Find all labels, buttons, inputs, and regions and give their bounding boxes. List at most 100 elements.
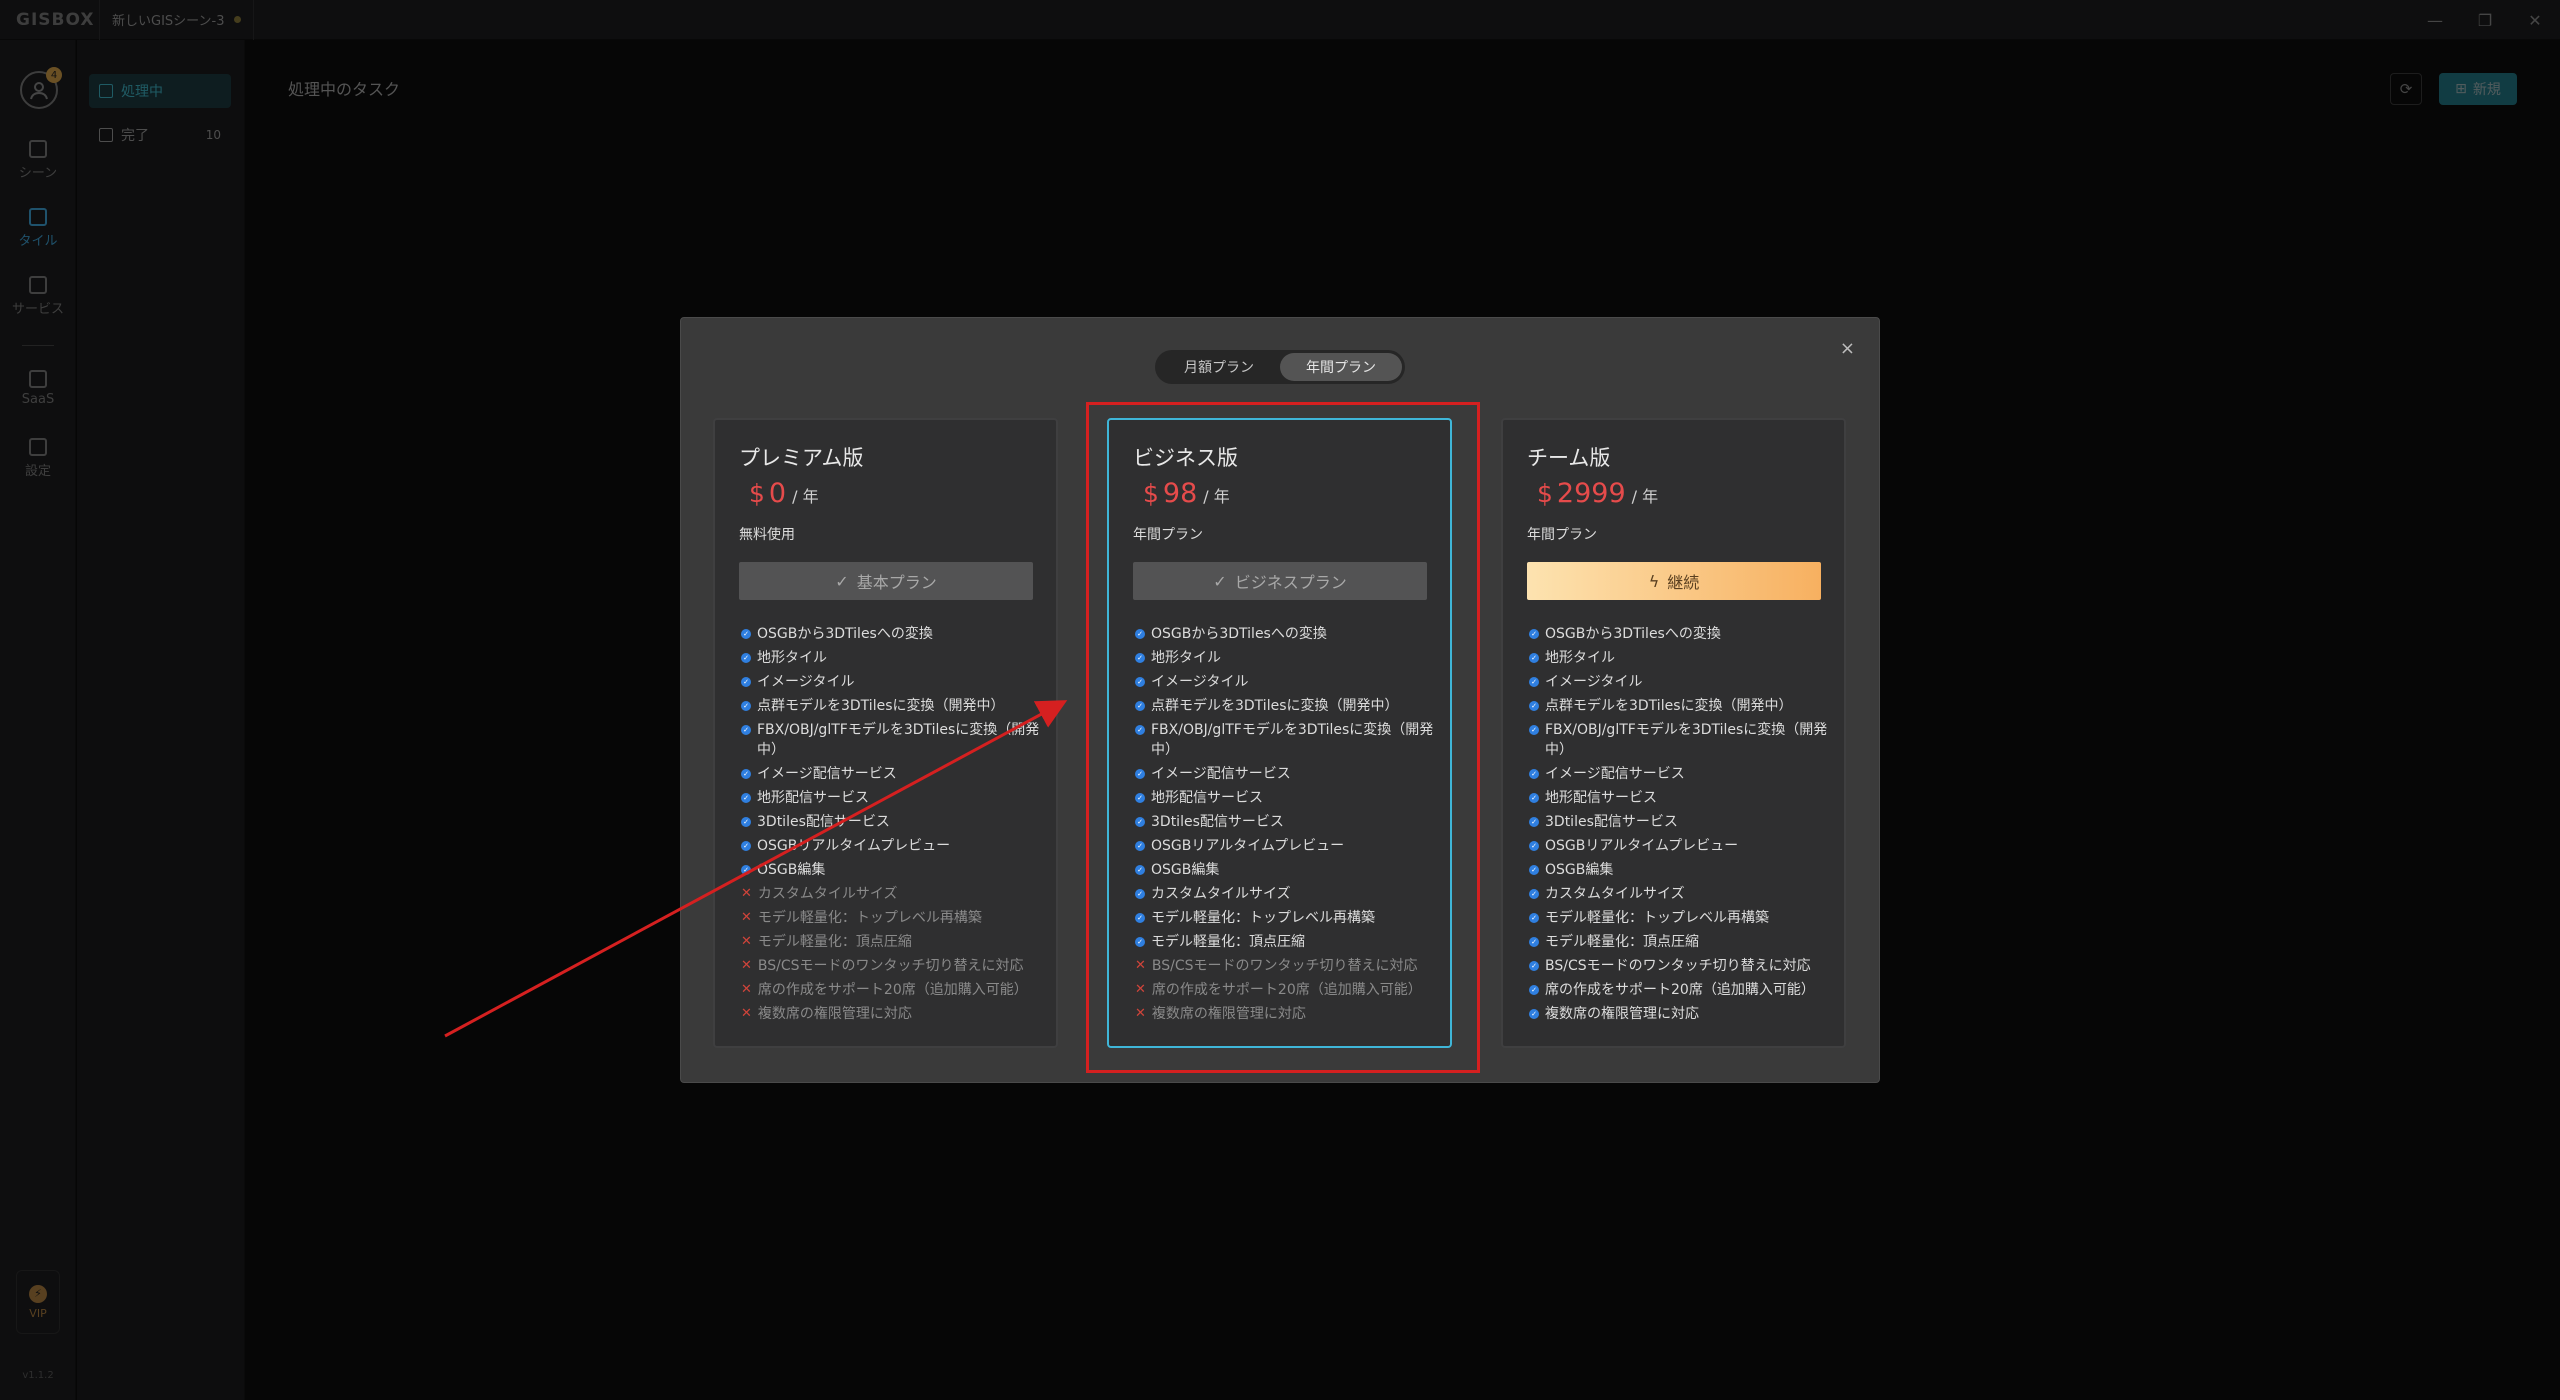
feature-text: 複数席の権限管理に対応 (1545, 1006, 1699, 1022)
feature-text: OSGB編集 (757, 862, 826, 878)
feature-text: BS/CSモードのワンタッチ切り替えに対応 (757, 958, 1024, 974)
feature-text: モデル軽量化：頂点圧縮 (757, 934, 912, 950)
feature-item: ✕ 席の作成をサポート20席（追加購入可能） (741, 980, 1041, 1000)
feature-item: ✓ OSGBリアルタイムプレビュー (741, 836, 1041, 856)
plan-name: プレミアム版 (739, 446, 864, 470)
feature-text: 点群モデルを3DTilesに変換（開発中） (1545, 698, 1793, 714)
check-circle-icon: ✓ (1529, 841, 1539, 851)
cross-icon: ✕ (741, 958, 752, 973)
check-circle-icon: ✓ (1529, 961, 1539, 971)
feature-text: BS/CSモードのワンタッチ切り替えに対応 (1545, 958, 1811, 974)
feature-item: ✓ 地形タイル (741, 648, 1041, 668)
check-circle-icon: ✓ (1529, 701, 1539, 711)
feature-item: ✓ モデル軽量化：トップレベル再構築 (1529, 908, 1829, 928)
cross-icon: ✕ (741, 982, 752, 997)
feature-item: ✓ BS/CSモードのワンタッチ切り替えに対応 (1529, 956, 1829, 976)
cross-icon: ✕ (741, 1006, 752, 1021)
annotation-highlight-box (1086, 402, 1480, 1073)
check-circle-icon: ✓ (1529, 889, 1539, 899)
tab-yearly[interactable]: 年間プラン (1280, 353, 1402, 381)
plan-subtitle: 無料使用 (739, 527, 795, 543)
plan-name: チーム版 (1527, 446, 1611, 470)
feature-item: ✓ 3Dtiles配信サービス (741, 812, 1041, 832)
check-circle-icon: ✓ (1529, 653, 1539, 663)
check-circle-icon: ✓ (1529, 1009, 1539, 1019)
feature-text: イメージタイル (757, 674, 855, 690)
feature-item: ✓ 席の作成をサポート20席（追加購入可能） (1529, 980, 1829, 1000)
feature-item: ✓ イメージタイル (1529, 672, 1829, 692)
feature-item: ✕ BS/CSモードのワンタッチ切り替えに対応 (741, 956, 1041, 976)
feature-text: 席の作成をサポート20席（追加購入可能） (757, 982, 1028, 998)
feature-text: イメージタイル (1545, 674, 1643, 690)
feature-item: ✕ 複数席の権限管理に対応 (741, 1004, 1041, 1024)
feature-text: 3Dtiles配信サービス (1545, 814, 1678, 830)
feature-text: イメージ配信サービス (1545, 766, 1685, 782)
feature-list: ✓ OSGBから3DTilesへの変換 ✓ 地形タイル ✓ イメージタイル ✓ 点群モデルを3… (741, 624, 1041, 1028)
check-circle-icon: ✓ (1529, 817, 1539, 827)
plan-button-label: 基本プラン (856, 573, 937, 592)
feature-item: ✓ FBX/OBJ/glTFモデルを3DTilesに変換（開発中） (741, 720, 1041, 760)
feature-item: ✓ FBX/OBJ/glTFモデルを3DTilesに変換（開発中） (1529, 720, 1829, 760)
check-circle-icon: ✓ (1529, 677, 1539, 687)
check-circle-icon: ✓ (741, 865, 751, 875)
plan-card-premium: プレミアム版 $ 0 / 年 無料使用 ✓ 基本プラン ✓ OSGBから3DTil… (713, 418, 1058, 1048)
plan-card-team: チーム版 $ 2999 / 年 年間プラン ϟ 継続 ✓ OSGBから3DTile… (1501, 418, 1846, 1048)
check-circle-icon: ✓ (741, 793, 751, 803)
feature-item: ✕ カスタムタイルサイズ (741, 884, 1041, 904)
check-circle-icon: ✓ (741, 725, 751, 735)
check-circle-icon: ✓ (1529, 629, 1539, 639)
modal-close-button[interactable]: × (1840, 338, 1855, 359)
price-amount: 0 (768, 478, 787, 509)
feature-item: ✓ OSGBから3DTilesへの変換 (1529, 624, 1829, 644)
tab-monthly[interactable]: 月額プラン (1158, 353, 1280, 381)
feature-text: カスタムタイルサイズ (757, 886, 898, 902)
price-unit: / 年 (792, 487, 819, 506)
check-circle-icon: ✓ (1529, 769, 1539, 779)
feature-text: 地形タイル (1545, 650, 1615, 666)
feature-text: FBX/OBJ/glTFモデルを3DTilesに変換（開発中） (757, 722, 1040, 758)
plan-button-basic[interactable]: ✓ 基本プラン (739, 562, 1033, 600)
cross-icon: ✕ (741, 910, 752, 925)
feature-item: ✓ 複数席の権限管理に対応 (1529, 1004, 1829, 1024)
feature-item: ✓ 点群モデルを3DTilesに変換（開発中） (1529, 696, 1829, 716)
feature-text: 3Dtiles配信サービス (757, 814, 890, 830)
plan-button-continue[interactable]: ϟ 継続 (1527, 562, 1821, 600)
check-circle-icon: ✓ (741, 841, 751, 851)
feature-item: ✓ カスタムタイルサイズ (1529, 884, 1829, 904)
feature-text: 地形タイル (757, 650, 827, 666)
check-circle-icon: ✓ (741, 677, 751, 687)
feature-text: OSGBから3DTilesへの変換 (757, 626, 933, 642)
feature-text: モデル軽量化：頂点圧縮 (1545, 934, 1699, 950)
feature-text: 点群モデルを3DTilesに変換（開発中） (757, 698, 1005, 714)
cross-icon: ✕ (741, 934, 752, 949)
plan-price: $ 0 / 年 (749, 478, 819, 509)
feature-text: FBX/OBJ/glTFモデルを3DTilesに変換（開発中） (1545, 722, 1828, 758)
feature-item: ✓ モデル軽量化：頂点圧縮 (1529, 932, 1829, 952)
billing-toggle: 月額プラン 年間プラン (1155, 350, 1405, 384)
price-currency: $ (749, 479, 765, 508)
plan-price: $ 2999 / 年 (1537, 478, 1658, 509)
lightning-icon: ϟ (1648, 571, 1660, 591)
price-amount: 2999 (1556, 478, 1626, 509)
feature-list: ✓ OSGBから3DTilesへの変換 ✓ 地形タイル ✓ イメージタイル ✓ 点群モデルを3… (1529, 624, 1829, 1028)
feature-item: ✓ イメージ配信サービス (1529, 764, 1829, 784)
feature-item: ✓ OSGBリアルタイムプレビュー (1529, 836, 1829, 856)
check-circle-icon: ✓ (741, 817, 751, 827)
feature-text: OSGB編集 (1545, 862, 1614, 878)
feature-item: ✓ OSGB編集 (741, 860, 1041, 880)
check-circle-icon: ✓ (741, 769, 751, 779)
cross-icon: ✕ (741, 886, 752, 901)
feature-text: OSGBリアルタイムプレビュー (1545, 838, 1739, 854)
feature-text: 地形配信サービス (757, 790, 869, 806)
price-unit: / 年 (1631, 487, 1659, 506)
check-icon: ✓ (835, 571, 849, 591)
feature-text: モデル軽量化：トップレベル再構築 (1545, 910, 1769, 926)
feature-text: イメージ配信サービス (757, 766, 897, 782)
check-circle-icon: ✓ (741, 653, 751, 663)
feature-text: OSGBから3DTilesへの変換 (1545, 626, 1721, 642)
feature-text: OSGBリアルタイムプレビュー (757, 838, 951, 854)
check-circle-icon: ✓ (741, 701, 751, 711)
check-circle-icon: ✓ (1529, 985, 1539, 995)
feature-item: ✓ OSGB編集 (1529, 860, 1829, 880)
feature-item: ✓ イメージ配信サービス (741, 764, 1041, 784)
